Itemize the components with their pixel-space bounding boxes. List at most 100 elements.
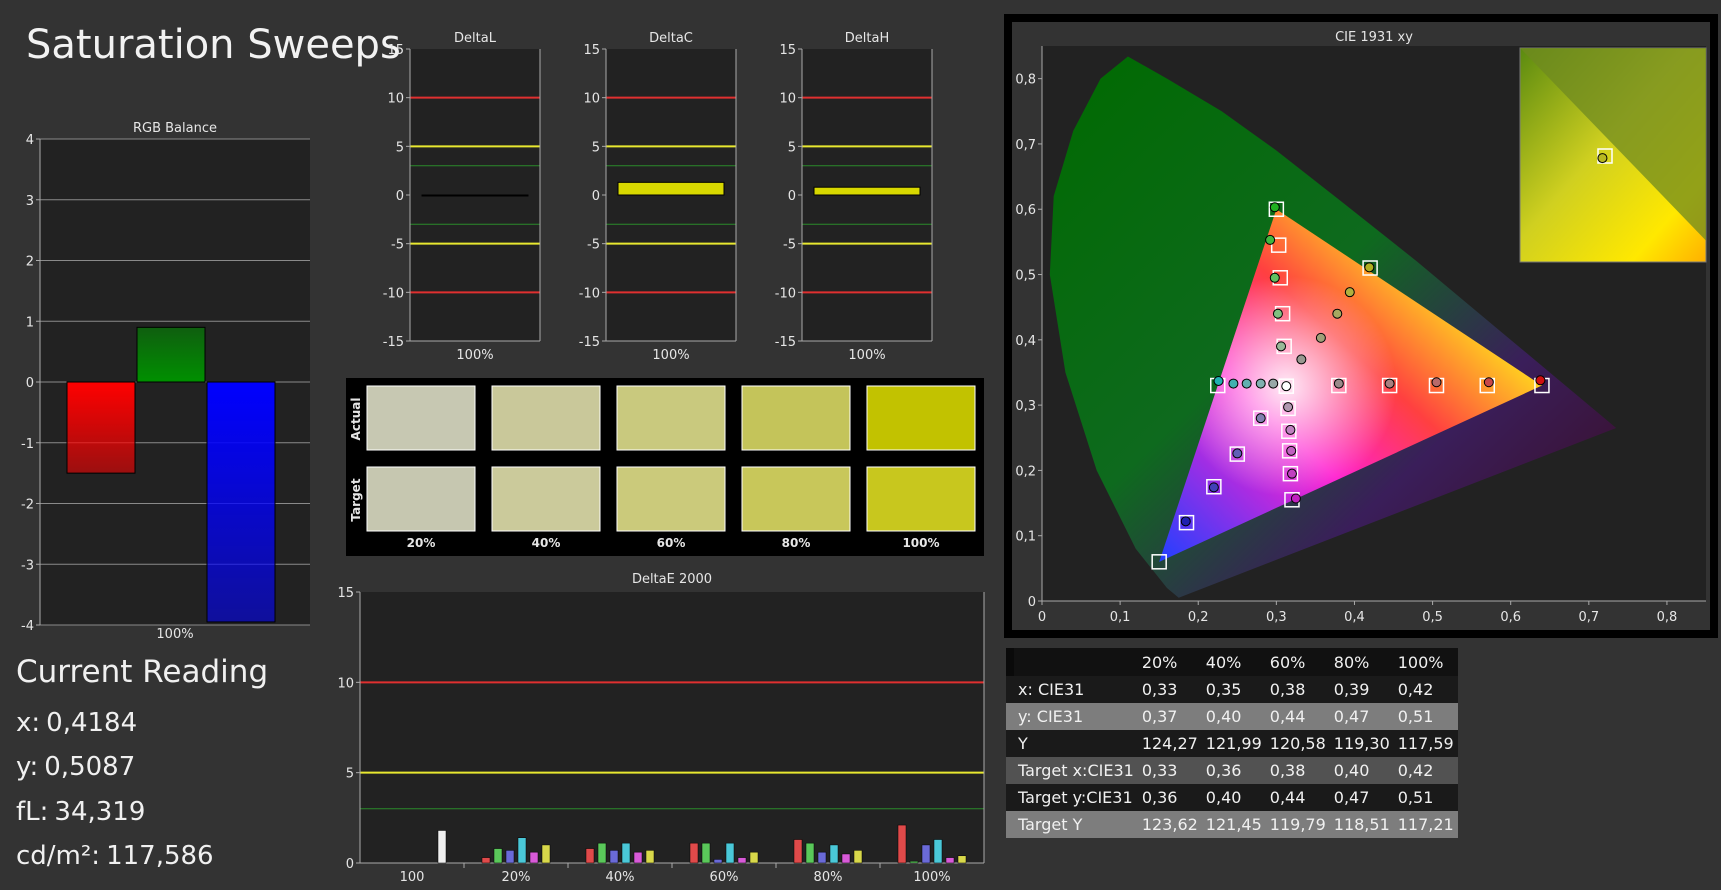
y-tick-label: 0,3: [1015, 399, 1036, 414]
y-tick-label: 5: [592, 140, 600, 155]
actual-swatch: [366, 385, 476, 451]
bar: [437, 830, 447, 864]
bar: [813, 186, 921, 196]
y-tick-label: -3: [21, 558, 34, 573]
y-tick-label: -15: [383, 335, 404, 350]
reading-x: x: 0,4184: [16, 708, 138, 738]
table-row: Target Y 123,62 121,45 119,79 118,51 117,21: [1006, 811, 1458, 838]
y-tick-label: 0: [788, 189, 796, 204]
measured-point: [1268, 378, 1279, 389]
y-tick-label: 0,2: [1015, 464, 1036, 479]
measurement-table: 20% 40% 60% 80% 100% x: CIE31 0,33 0,35 0,…: [1006, 648, 1458, 838]
bar: [829, 844, 839, 864]
table-cell: 124,27: [1137, 730, 1202, 757]
x-tick-label: 60%: [710, 870, 739, 885]
table-cell: 117,21: [1393, 811, 1458, 838]
table-cell: 121,99: [1201, 730, 1266, 757]
swatch-panel: Actual Target 20% 40% 60% 80% 100%: [346, 378, 984, 556]
y-tick-label: -5: [587, 238, 600, 253]
x-tick-label: 0,2: [1188, 610, 1209, 625]
measured-point: [1286, 445, 1297, 456]
table-cell: 0,35: [1201, 676, 1266, 703]
table-cell: 0,47: [1329, 703, 1394, 730]
x-tick-label: 40%: [606, 870, 635, 885]
y-tick-label: 5: [788, 140, 796, 155]
y-tick-label: -4: [21, 619, 34, 634]
measured-point: [1384, 378, 1395, 389]
table-cell: 121,45: [1201, 811, 1266, 838]
y-tick-label: -10: [775, 286, 796, 301]
plot-area: [360, 592, 984, 863]
y-tick-label: -1: [21, 437, 34, 452]
chart-title: DeltaL: [454, 31, 497, 46]
swatch-label: 100%: [902, 536, 939, 550]
bar: [645, 850, 655, 864]
y-tick-label: -10: [579, 286, 600, 301]
bar: [841, 853, 851, 864]
bar: [597, 842, 607, 864]
row-label: Y: [1014, 730, 1138, 757]
x-tick-label: 20%: [502, 870, 531, 885]
measured-point: [1276, 341, 1287, 352]
measured-point: [1255, 378, 1266, 389]
bar: [737, 857, 747, 864]
bar: [749, 851, 759, 864]
swatch-label: 20%: [407, 536, 436, 550]
actual-swatch: [866, 385, 976, 451]
y-tick-label: 15: [387, 43, 404, 58]
y-tick-label: 1: [26, 315, 34, 330]
measured-point: [1255, 413, 1266, 424]
y-tick-label: 0,1: [1015, 530, 1036, 545]
chart-title: DeltaH: [845, 31, 889, 46]
measured-point: [1344, 287, 1355, 298]
deltal-chart: DeltaL -15 -10 -5 0 5 10 15 100%: [383, 31, 541, 363]
y-tick-label: -15: [775, 335, 796, 350]
bar: [493, 848, 503, 864]
table-cell: 123,62: [1137, 811, 1202, 838]
chart-title: DeltaC: [649, 31, 693, 46]
bar: [945, 857, 955, 864]
y-tick-label: 10: [779, 92, 796, 107]
table-header-cell: 40%: [1201, 648, 1266, 676]
inset-measured-point: [1597, 153, 1608, 164]
deltae2000-chart: DeltaE 2000 0 5 10 15 100 20% 40% 60% 80% 100%: [337, 572, 985, 885]
y-tick-label: 5: [396, 140, 404, 155]
bar: [66, 381, 136, 474]
bar: [713, 859, 723, 864]
x-tick-label: 0,7: [1578, 610, 1599, 625]
reading-y: y: 0,5087: [16, 752, 136, 782]
table-cell: 0,33: [1137, 757, 1202, 784]
bar: [805, 842, 815, 864]
swatch-row-label: Actual: [349, 398, 363, 441]
measured-point: [1265, 234, 1276, 245]
measured-point: [1213, 375, 1224, 386]
x-tick-label: 100%: [652, 348, 689, 363]
chart-title: DeltaE 2000: [632, 572, 712, 587]
measured-point: [1332, 308, 1343, 319]
swatch-label: 80%: [782, 536, 811, 550]
target-swatch: [616, 466, 726, 532]
y-tick-label: 0,5: [1015, 269, 1036, 284]
bar: [817, 851, 827, 864]
measured-point: [1296, 354, 1307, 365]
measured-point: [1281, 381, 1292, 392]
measured-point: [1269, 202, 1280, 213]
x-tick-label: 0,1: [1110, 610, 1131, 625]
y-tick-label: 0,8: [1015, 73, 1036, 88]
bar: [793, 839, 803, 864]
table-header-cell: 60%: [1265, 648, 1330, 676]
table-cell: 0,39: [1329, 676, 1394, 703]
measured-point: [1283, 402, 1294, 413]
table-row: Y 124,27 121,99 120,58 119,30 117,59: [1006, 730, 1458, 757]
x-tick-label: 0: [1038, 610, 1046, 625]
y-tick-label: 0: [592, 189, 600, 204]
y-tick-label: 0,7: [1015, 138, 1036, 153]
x-tick-label: 0,3: [1266, 610, 1287, 625]
bar: [701, 842, 711, 864]
x-tick-label: 0,8: [1657, 610, 1678, 625]
row-label: x: CIE31: [1014, 676, 1138, 703]
page-title: Saturation Sweeps: [26, 22, 401, 68]
y-tick-label: 10: [387, 92, 404, 107]
x-tick-label: 0,5: [1422, 610, 1443, 625]
current-reading-title: Current Reading: [16, 654, 269, 690]
